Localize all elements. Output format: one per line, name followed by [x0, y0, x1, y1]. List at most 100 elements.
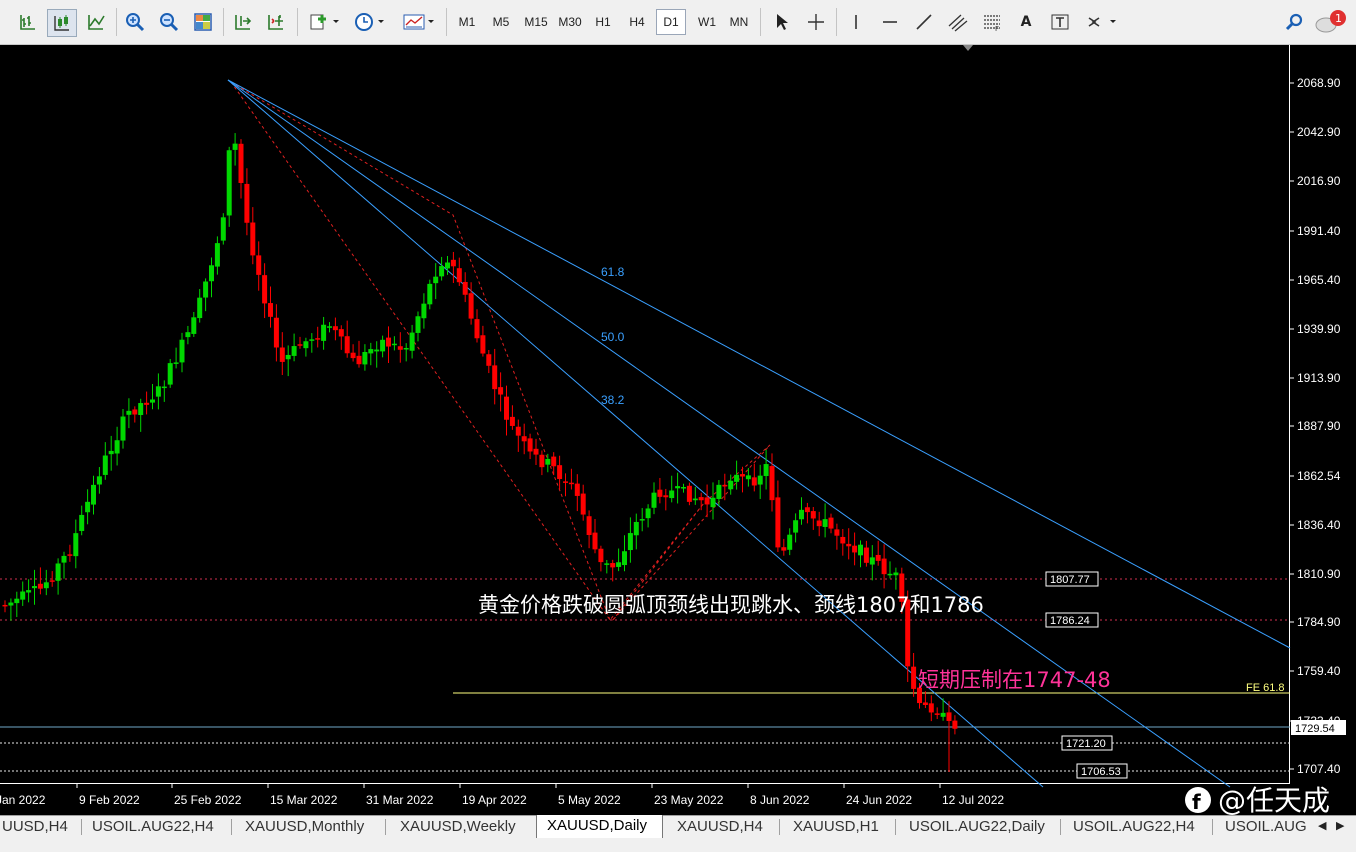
candle-body — [96, 476, 102, 485]
candle-body — [415, 316, 421, 333]
candle-body — [321, 324, 327, 341]
price-label-1721: 1721.20 — [1061, 735, 1113, 751]
timeframe-m15[interactable]: M15 — [520, 9, 552, 35]
zoom-out-icon[interactable] — [155, 9, 183, 35]
candle-body — [728, 480, 734, 490]
tab-4[interactable]: XAUUSD,Weekly — [398, 816, 530, 838]
svg-text:1786.24: 1786.24 — [1050, 615, 1090, 627]
price-tick-label: 1836.40 — [1297, 518, 1341, 532]
timeframe-mn[interactable]: MN — [724, 9, 754, 35]
tab-2[interactable]: USOIL.AUG22,H4 — [90, 816, 230, 838]
tab-xauusd-daily[interactable]: XAUUSD,Daily — [536, 815, 663, 839]
tab-9[interactable]: USOIL.AUG22,H4 — [1071, 816, 1201, 838]
candle-body — [716, 484, 722, 499]
text-label-icon[interactable] — [1047, 9, 1073, 35]
candle-body — [32, 586, 37, 589]
candle-body — [627, 533, 633, 551]
timeframe-h1[interactable]: H1 — [588, 9, 618, 35]
tabs-scroll-left-icon[interactable]: ◀ — [1318, 819, 1326, 832]
candle-body — [362, 352, 368, 365]
candle-body — [8, 602, 14, 606]
arrows-menu-icon[interactable] — [1081, 9, 1121, 35]
candle-body — [722, 484, 728, 487]
svg-text:1729.54: 1729.54 — [1295, 723, 1335, 735]
tab-1[interactable]: UUSD,H4 — [0, 816, 82, 838]
search-icon[interactable] — [1282, 9, 1308, 35]
candle-body — [238, 143, 244, 183]
candle-body — [14, 598, 20, 604]
candlestick-chart-icon[interactable] — [47, 9, 77, 37]
price-tick-label: 1913.90 — [1297, 371, 1341, 385]
fe-61.8-label: FE 61.8 — [1246, 682, 1285, 694]
zoom-in-icon[interactable] — [121, 9, 149, 35]
candle-body — [934, 713, 940, 715]
candle-body — [563, 481, 568, 483]
candle-body — [480, 335, 486, 354]
candle-body — [692, 498, 698, 501]
candle-body — [633, 521, 639, 536]
candle-body — [91, 484, 96, 505]
tab-10[interactable]: USOIL.AUG — [1223, 816, 1313, 838]
chart-area[interactable]: 2068.90 2042.90 2016.90 1991.40 1965.40 1939.… — [0, 45, 1356, 817]
tabs-scroll-right-icon[interactable]: ▶ — [1336, 819, 1344, 832]
price-tick-label: 2016.90 — [1297, 174, 1341, 188]
candle-body — [73, 533, 79, 557]
candle-body — [273, 317, 279, 348]
candle-body — [911, 666, 917, 689]
fibonacci-retracement-icon[interactable]: F — [979, 9, 1005, 35]
chart-shift-icon[interactable] — [229, 9, 257, 35]
status-bar — [0, 838, 1356, 852]
timeframe-h4[interactable]: H4 — [622, 9, 652, 35]
candle-body — [391, 343, 397, 346]
date-tick-label: 15 Mar 2022 — [270, 793, 338, 807]
candle-body — [37, 583, 43, 589]
candle-body — [244, 183, 250, 223]
indicators-icon[interactable] — [305, 9, 343, 35]
candle-body — [580, 493, 586, 515]
candle-body — [645, 508, 651, 519]
tab-8[interactable]: USOIL.AUG22,Daily — [907, 816, 1059, 838]
autoscroll-icon[interactable] — [262, 9, 290, 35]
candle-body — [858, 544, 863, 556]
price-tick-label: 1862.54 — [1297, 469, 1341, 483]
tab-7[interactable]: XAUUSD,H1 — [791, 816, 895, 838]
candle-body — [350, 352, 356, 359]
chart-background — [0, 45, 1356, 815]
candle-body — [834, 529, 840, 536]
crosshair-icon[interactable] — [803, 9, 829, 35]
vertical-line-icon[interactable] — [843, 9, 869, 35]
horizontal-line-icon[interactable] — [877, 9, 903, 35]
candle-body — [179, 339, 185, 363]
candle-body — [928, 703, 934, 713]
clock-periods-icon[interactable] — [350, 9, 388, 35]
tile-windows-icon[interactable] — [189, 9, 217, 35]
text-tool-icon[interactable]: A — [1013, 9, 1039, 35]
timeframe-m1[interactable]: M1 — [452, 9, 482, 35]
candle-body — [185, 332, 191, 338]
candle-body — [468, 293, 474, 319]
timeframe-m5[interactable]: M5 — [486, 9, 516, 35]
trendline-icon[interactable] — [911, 9, 937, 35]
timeframe-w1[interactable]: W1 — [692, 9, 722, 35]
bar-chart-icon[interactable] — [14, 9, 42, 35]
candle-body — [639, 519, 645, 521]
tab-3[interactable]: XAUUSD,Monthly — [243, 816, 385, 838]
candle-body — [863, 547, 869, 563]
date-tick-label: 5 May 2022 — [558, 793, 621, 807]
cursor-arrow-icon[interactable] — [768, 9, 794, 35]
timeframe-m30[interactable]: M30 — [554, 9, 586, 35]
candle-body — [822, 519, 828, 527]
notifications-icon[interactable]: 1 — [1314, 9, 1348, 35]
line-chart-icon[interactable] — [82, 9, 110, 35]
candle-body — [232, 143, 238, 150]
price-tick-label: 1759.40 — [1297, 664, 1341, 678]
equidistant-channel-icon[interactable] — [945, 9, 971, 35]
templates-icon[interactable] — [398, 9, 438, 35]
tab-6[interactable]: XAUUSD,H4 — [675, 816, 779, 838]
candle-body — [521, 436, 527, 442]
timeframe-d1[interactable]: D1 — [656, 9, 686, 35]
candle-body — [120, 416, 126, 441]
candle-body — [657, 489, 663, 497]
candle-body — [256, 255, 262, 275]
candle-body — [551, 456, 557, 467]
